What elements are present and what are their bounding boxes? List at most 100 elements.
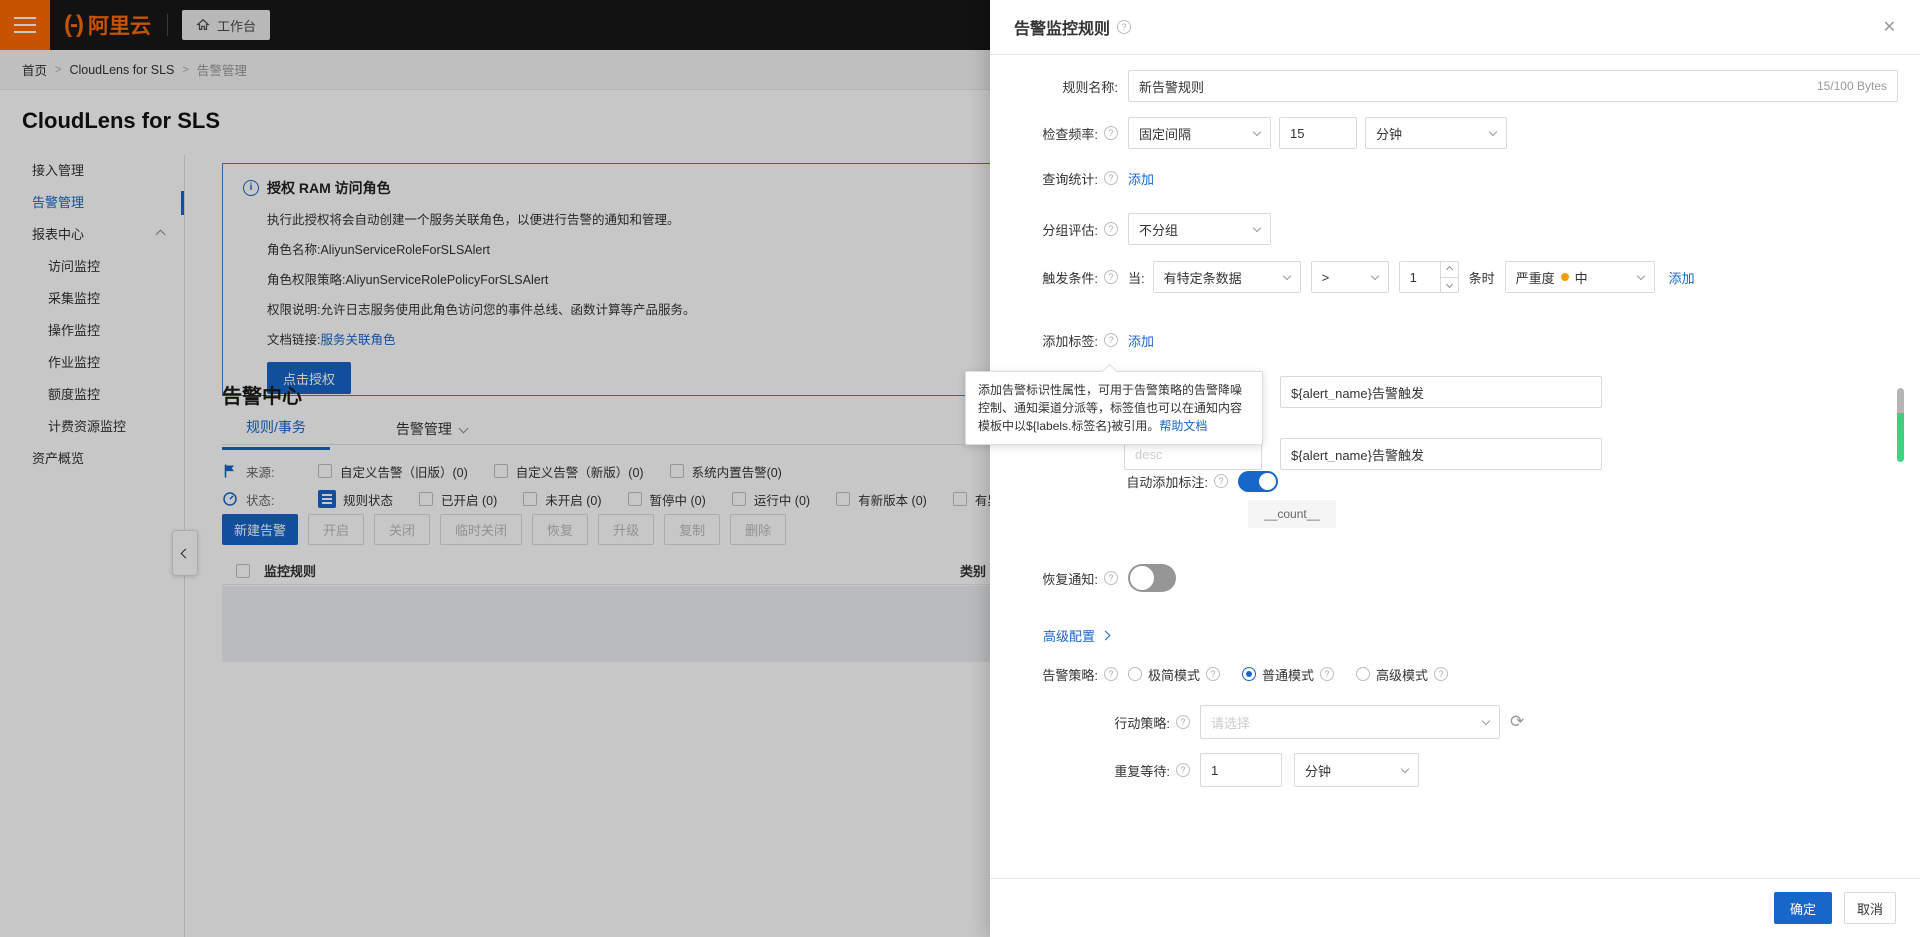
recovery-notify-row: 恢复通知:? — [990, 564, 1176, 592]
trigger-operator-select[interactable]: > — [1311, 261, 1389, 293]
action-policy-select[interactable]: 请选择 — [1200, 705, 1500, 739]
chevron-down-icon — [1482, 716, 1490, 724]
check-frequency-label: 检查频率: — [1042, 124, 1098, 143]
chevron-down-icon — [1489, 127, 1497, 135]
group-eval-select[interactable]: 不分组 — [1128, 213, 1271, 245]
cancel-button[interactable]: 取消 — [1844, 892, 1896, 924]
stepper-down-button[interactable] — [1441, 278, 1458, 293]
annotation-value-input-wrap-1 — [1280, 376, 1602, 408]
help-icon[interactable]: ? — [1176, 763, 1190, 777]
annotation-value-input-1[interactable] — [1291, 385, 1591, 400]
repeat-wait-input[interactable] — [1211, 763, 1271, 778]
rule-name-input-wrap: 15/100 Bytes — [1128, 70, 1898, 102]
help-icon[interactable]: ? — [1104, 571, 1118, 585]
query-stats-label: 查询统计: — [1042, 169, 1098, 188]
drawer-header: 告警监控规则 ? ✕ — [990, 0, 1920, 55]
chevron-down-icon — [1446, 281, 1453, 288]
help-icon[interactable]: ? — [1104, 222, 1118, 236]
help-icon[interactable]: ? — [1206, 667, 1220, 681]
scrollbar-thumb-green — [1897, 413, 1904, 462]
chevron-up-icon — [1446, 266, 1453, 273]
trigger-condition-label: 触发条件: — [1042, 268, 1098, 287]
auto-annotation-label: 自动添加标注: — [1126, 472, 1208, 491]
query-stats-add-link[interactable]: 添加 — [1128, 169, 1154, 188]
radio-label: 高级模式 — [1376, 665, 1428, 684]
radio-label: 普通模式 — [1262, 665, 1314, 684]
severity-value: 中 — [1575, 268, 1588, 287]
select-value: > — [1322, 270, 1330, 285]
check-frequency-row: 检查频率:? 固定间隔 分钟 — [990, 117, 1507, 149]
select-placeholder: 请选择 — [1211, 713, 1250, 732]
advanced-config-link[interactable]: 高级配置 — [1043, 626, 1095, 645]
scrollbar-track-segment — [1897, 388, 1904, 413]
tooltip-help-doc-link[interactable]: 帮助文档 — [1159, 419, 1207, 433]
trigger-count-value[interactable]: 1 — [1400, 262, 1440, 292]
group-eval-label: 分组评估: — [1042, 220, 1098, 239]
help-icon[interactable]: ? — [1104, 667, 1118, 681]
severity-select[interactable]: 严重度 中 — [1505, 261, 1655, 293]
radio-normal-mode[interactable]: 普通模式? — [1242, 665, 1334, 684]
chevron-down-icon — [1253, 127, 1261, 135]
help-icon[interactable]: ? — [1117, 20, 1131, 34]
select-value: 固定间隔 — [1139, 124, 1191, 143]
help-icon[interactable]: ? — [1320, 667, 1334, 681]
radio-icon — [1128, 667, 1142, 681]
scrollbar-indicator[interactable] — [1897, 388, 1904, 462]
help-icon[interactable]: ? — [1104, 126, 1118, 140]
interval-type-select[interactable]: 固定间隔 — [1128, 117, 1271, 149]
help-icon[interactable]: ? — [1176, 715, 1190, 729]
trigger-condition-select[interactable]: 有特定条数据 — [1153, 261, 1301, 293]
interval-value-input[interactable] — [1290, 126, 1346, 141]
refresh-icon[interactable]: ⟳ — [1510, 712, 1524, 732]
radio-icon — [1356, 667, 1370, 681]
repeat-wait-input-wrap — [1200, 753, 1282, 787]
add-labels-label: 添加标签: — [1042, 331, 1098, 350]
severity-medium-dot — [1561, 273, 1569, 281]
help-icon[interactable]: ? — [1214, 474, 1228, 488]
severity-label: 严重度 — [1516, 268, 1555, 287]
select-value: 有特定条数据 — [1164, 268, 1242, 287]
radio-advanced-mode[interactable]: 高级模式? — [1356, 665, 1448, 684]
interval-value-wrap — [1279, 117, 1357, 149]
annotation-value-input-2[interactable] — [1291, 447, 1591, 462]
annotation-key-input-2[interactable] — [1135, 447, 1251, 462]
rule-name-label: 规则名称: — [990, 77, 1128, 96]
drawer-title: 告警监控规则 — [1014, 15, 1110, 39]
action-policy-label: 行动策略: — [1114, 713, 1170, 732]
chevron-right-icon — [1101, 630, 1111, 640]
alert-policy-row: 告警策略:? 极简模式? 普通模式? 高级模式? — [990, 663, 1470, 685]
drawer-footer: 确定 取消 — [990, 878, 1920, 937]
help-icon[interactable]: ? — [1104, 270, 1118, 284]
alert-policy-label: 告警策略: — [1042, 665, 1098, 684]
radio-simple-mode[interactable]: 极简模式? — [1128, 665, 1220, 684]
auto-annotation-toggle[interactable] — [1238, 471, 1278, 492]
radio-label: 极简模式 — [1148, 665, 1200, 684]
help-icon[interactable]: ? — [1434, 667, 1448, 681]
count-annotation-tag: __count__ — [1248, 500, 1336, 528]
confirm-button[interactable]: 确定 — [1774, 892, 1832, 924]
interval-unit-select[interactable]: 分钟 — [1365, 117, 1507, 149]
chevron-down-icon — [1636, 271, 1644, 279]
add-labels-add-link[interactable]: 添加 — [1128, 331, 1154, 350]
select-value: 分钟 — [1305, 761, 1331, 780]
query-stats-row: 查询统计:? 添加 — [990, 168, 1154, 188]
select-value: 不分组 — [1139, 220, 1178, 239]
select-value: 分钟 — [1376, 124, 1402, 143]
add-labels-tooltip: 添加告警标识性属性，可用于告警策略的告警降噪控制、通知渠道分派等，标签值也可以在… — [965, 371, 1263, 445]
help-icon[interactable]: ? — [1104, 171, 1118, 185]
repeat-wait-unit-select[interactable]: 分钟 — [1294, 753, 1419, 787]
close-icon[interactable]: ✕ — [1883, 17, 1896, 37]
trigger-when-label: 当: — [1128, 268, 1145, 287]
chevron-down-icon — [1253, 223, 1261, 231]
advanced-config-label: 高级配置 — [1043, 629, 1095, 644]
chevron-down-icon — [1282, 271, 1290, 279]
stepper-up-button[interactable] — [1441, 262, 1458, 278]
rule-name-input[interactable] — [1139, 79, 1809, 94]
trigger-add-link[interactable]: 添加 — [1669, 268, 1695, 287]
rule-name-row: 规则名称: 15/100 Bytes — [990, 70, 1898, 102]
recovery-notify-toggle[interactable] — [1128, 564, 1176, 592]
annotation-value-input-wrap-2 — [1280, 438, 1602, 470]
help-icon[interactable]: ? — [1104, 333, 1118, 347]
char-counter: 15/100 Bytes — [1817, 79, 1887, 93]
add-labels-row: 添加标签:? 添加 — [990, 330, 1154, 350]
